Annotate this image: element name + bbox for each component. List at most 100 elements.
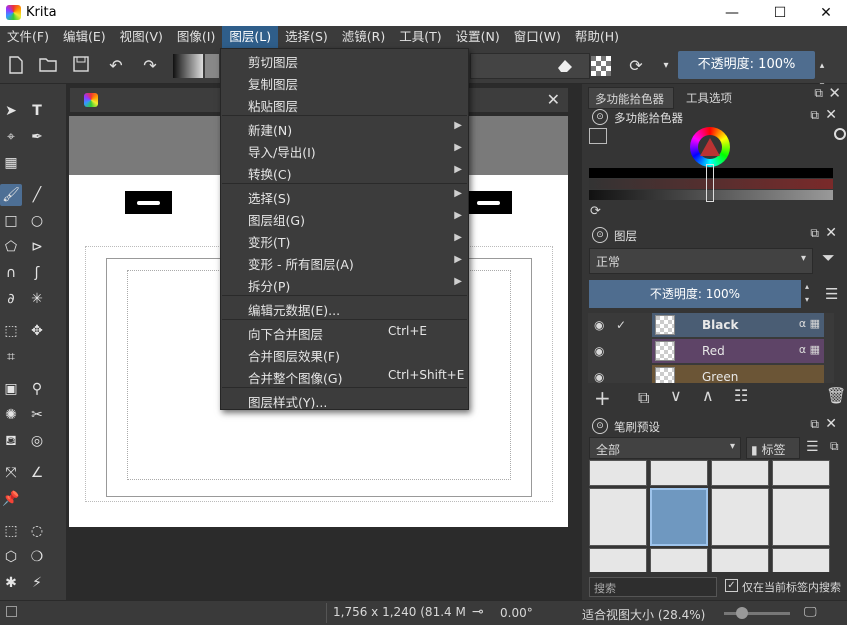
delete-layer-icon[interactable]: 🗑 <box>826 386 846 405</box>
move-layer-up-icon[interactable]: ∧ <box>702 386 714 405</box>
crop-tool-icon[interactable]: ⌗ <box>0 346 22 368</box>
menu-group[interactable]: 图层组(G) ▶ <box>221 207 468 229</box>
move-tool-icon[interactable]: ✥ <box>26 320 48 342</box>
freehand-brush-icon[interactable]: 🖌 <box>0 184 22 206</box>
menu-paste-layer[interactable]: 粘贴图层 <box>221 93 468 115</box>
edit-shapes-icon[interactable]: ⌖ <box>0 126 22 148</box>
menu-merge-effects[interactable]: 合并图层效果(F) <box>221 343 468 365</box>
layer-row-green[interactable]: Green <box>652 365 824 383</box>
new-document-icon[interactable] <box>6 56 26 76</box>
menu-merge-down[interactable]: 向下合并图层 Ctrl+E <box>221 321 468 343</box>
open-folder-icon[interactable] <box>38 56 58 76</box>
menu-help[interactable]: 帮助(H) <box>568 26 626 48</box>
select-shapes-icon[interactable]: ➤ <box>0 100 22 122</box>
layer-row-black[interactable]: Black α ▦ <box>652 313 824 337</box>
lock-icon[interactable]: ⊙ <box>592 109 608 125</box>
brush-preset[interactable] <box>650 548 708 572</box>
crop-transform-icon[interactable]: ⬚ <box>0 320 22 342</box>
rotation-icon[interactable]: ⊸ <box>472 604 484 620</box>
visibility-eye-icon[interactable]: ◉ <box>594 344 604 358</box>
close-panel-icon[interactable]: ✕ <box>825 416 837 432</box>
menu-layer-style[interactable]: 图层样式(Y)... <box>221 389 468 411</box>
brush-preset[interactable] <box>772 548 830 572</box>
zoom-slider[interactable] <box>724 607 790 619</box>
alpha-icon[interactable]: α ▦ <box>799 343 820 356</box>
visibility-eye-icon[interactable]: ◉ <box>594 370 604 383</box>
status-icon[interactable] <box>6 606 17 617</box>
polyline-tool-icon[interactable]: ⊳ <box>26 236 48 258</box>
move-layer-down-icon[interactable]: ∨ <box>670 386 682 405</box>
enclose-fill-icon[interactable]: ◎ <box>26 430 48 452</box>
rect-select-icon[interactable]: ⬚ <box>0 520 22 542</box>
redo-icon[interactable]: ↷ <box>140 56 160 76</box>
assistant-tool-icon[interactable]: ✂ <box>26 404 48 426</box>
brush-preset[interactable] <box>589 488 647 546</box>
menu-file[interactable]: 文件(F) <box>0 26 56 48</box>
smart-patch-icon[interactable]: ✺ <box>0 404 22 426</box>
color-wheel[interactable] <box>690 127 730 167</box>
view-mode-icon[interactable]: ☰ <box>806 439 819 455</box>
zoom-slider-handle[interactable] <box>736 607 748 619</box>
brush-tag-filter[interactable]: 全部 ▾ <box>589 437 741 459</box>
similar-select-icon[interactable]: ✱ <box>0 572 22 594</box>
close-window-button[interactable]: ✕ <box>803 0 847 26</box>
float-panel-icon[interactable]: ⧉ <box>810 417 819 432</box>
brush-preset[interactable] <box>711 548 769 572</box>
add-layer-icon[interactable]: + <box>594 386 611 410</box>
rectangle-tool-icon[interactable]: □ <box>0 210 22 232</box>
brush-preset-selected[interactable] <box>650 488 708 546</box>
menu-settings[interactable]: 设置(N) <box>449 26 507 48</box>
spin-arrows-icon[interactable]: ▴▾ <box>801 280 813 308</box>
maximize-button[interactable]: ☐ <box>757 0 803 26</box>
brush-search-input[interactable]: 搜索 <box>589 577 717 597</box>
tag-button[interactable]: ▮ 标签 <box>746 437 800 459</box>
contiguous-select-icon[interactable]: ⚡ <box>26 572 48 594</box>
fill-tool-icon[interactable]: ⛾ <box>0 430 22 452</box>
dynamic-brush-icon[interactable]: ∂ <box>0 288 22 310</box>
menu-edit[interactable]: 编辑(E) <box>56 26 113 48</box>
float-panel-icon[interactable]: ⧉ <box>830 439 839 454</box>
alpha-icon[interactable]: α ▦ <box>799 317 820 330</box>
brush-preset[interactable] <box>711 488 769 546</box>
menu-filter[interactable]: 滤镜(R) <box>335 26 392 48</box>
menu-window[interactable]: 窗口(W) <box>507 26 568 48</box>
filter-icon[interactable]: ⏷ <box>822 248 835 268</box>
reset-color-icon[interactable]: ⟳ <box>590 204 601 219</box>
brush-preset[interactable] <box>711 460 769 486</box>
brush-preset[interactable] <box>589 460 647 486</box>
menu-image[interactable]: 图像(I) <box>170 26 222 48</box>
layer-opacity-slider[interactable]: 不透明度: 100% <box>589 280 801 308</box>
text-tool-icon[interactable]: T <box>26 100 48 122</box>
menu-select[interactable]: 选择(S) <box>278 26 335 48</box>
menu-layer[interactable]: 图层(L) <box>222 26 279 48</box>
menu-flatten-image[interactable]: 合并整个图像(G) Ctrl+Shift+E <box>221 365 468 387</box>
reference-tool-icon[interactable]: 📌 <box>0 488 22 510</box>
reload-preset-icon[interactable]: ⟳ <box>626 56 646 76</box>
brush-preset[interactable] <box>650 460 708 486</box>
float-panel-icon[interactable]: ⧉ <box>810 108 819 123</box>
menu-convert[interactable]: 转换(C) ▶ <box>221 161 468 183</box>
lock-icon[interactable]: ⊙ <box>592 227 608 243</box>
color-cursor[interactable] <box>706 164 714 202</box>
float-panel-icon[interactable]: ⧉ <box>810 226 819 241</box>
spin-arrows-icon[interactable]: ▴▾ <box>817 56 827 91</box>
monitor-icon[interactable]: 🖵 <box>804 605 817 620</box>
layer-row-red[interactable]: Red α ▦ <box>652 339 824 363</box>
menu-edit-metadata[interactable]: 编辑元数据(E)... <box>221 297 468 319</box>
pattern-preview[interactable] <box>205 54 219 78</box>
opacity-slider[interactable]: 不透明度: 100% <box>678 51 815 79</box>
brush-preset[interactable] <box>772 488 830 546</box>
ellipse-tool-icon[interactable]: ○ <box>26 210 48 232</box>
float-panel-icon[interactable]: ⧉ <box>814 86 823 101</box>
measure-tool-icon[interactable]: ∠ <box>26 462 48 484</box>
menu-select[interactable]: 选择(S) ▶ <box>221 185 468 207</box>
polygon-select-icon[interactable]: ⬡ <box>0 546 22 568</box>
close-panel-icon[interactable]: ✕ <box>825 225 837 241</box>
menu-transform-all[interactable]: 变形 - 所有图层(A) ▶ <box>221 251 468 273</box>
layer-properties-icon[interactable]: ☷ <box>734 386 748 405</box>
gradient-preview[interactable] <box>173 54 203 78</box>
menu-tools[interactable]: 工具(T) <box>392 26 448 48</box>
menu-split[interactable]: 拆分(P) ▶ <box>221 273 468 295</box>
calligraphy-icon[interactable]: ✒ <box>26 126 48 148</box>
menu-view[interactable]: 视图(V) <box>113 26 170 48</box>
